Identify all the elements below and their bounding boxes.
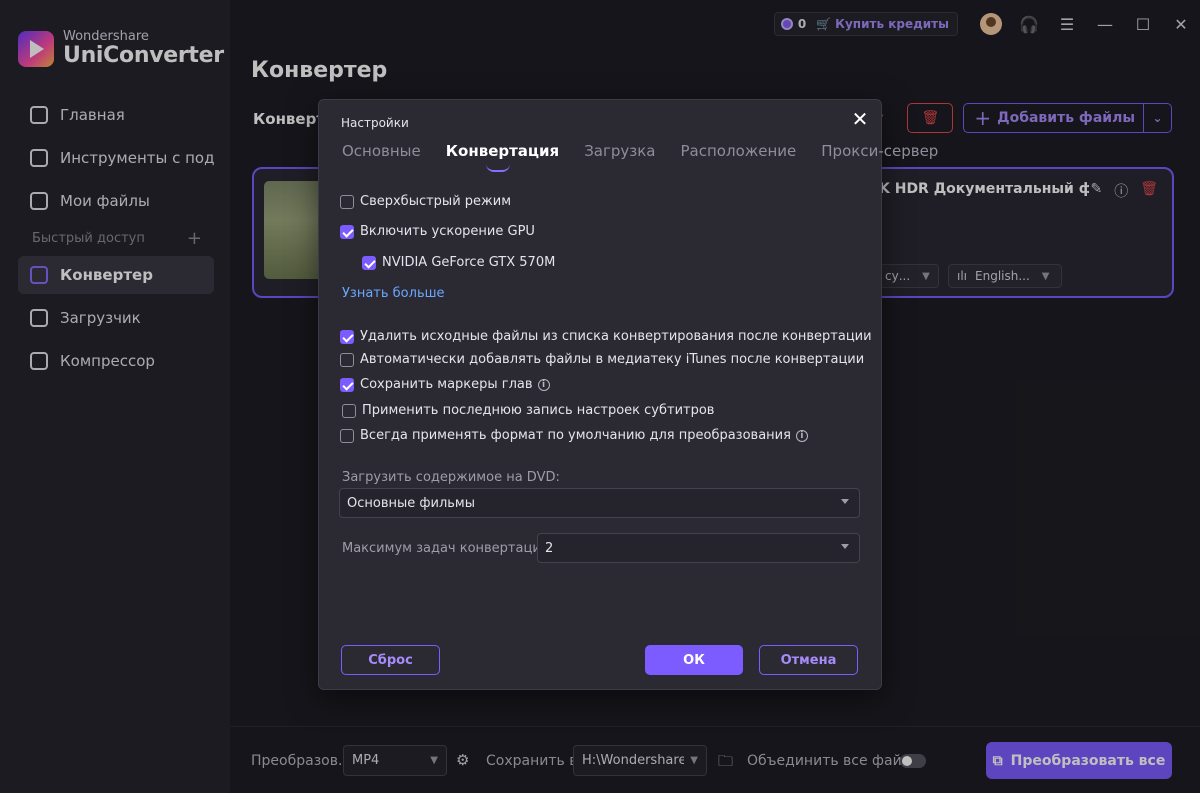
dialog-title: Настройки <box>341 116 409 130</box>
dvd-content-value: Основные фильмы <box>347 495 475 511</box>
gpu-acceleration-checkbox[interactable] <box>340 224 354 239</box>
settings-dialog: Настройки ✕ Основные Конвертация Загрузк… <box>318 99 938 690</box>
tab-download[interactable]: Загрузка <box>584 142 655 160</box>
option-label: Включить ускорение GPU <box>360 224 535 239</box>
caret-down-icon <box>841 544 849 549</box>
learn-more-link[interactable]: Узнать больше <box>342 286 445 301</box>
settings-tabs: Основные Конвертация Загрузка Расположен… <box>342 142 963 172</box>
tab-location[interactable]: Расположение <box>681 142 797 160</box>
default-format-checkbox[interactable] <box>340 428 354 443</box>
tab-conversion[interactable]: Конвертация <box>446 142 559 172</box>
option-label: Автоматически добавлять файлы в медиатек… <box>360 352 865 367</box>
cancel-button[interactable]: Отмена <box>759 645 858 675</box>
info-icon[interactable]: i <box>537 378 550 391</box>
dvd-label: Загрузить содержимое на DVD: <box>342 470 560 485</box>
gpu-acceleration-option[interactable]: Включить ускорение GPU <box>340 224 535 239</box>
tab-general[interactable]: Основные <box>342 142 421 160</box>
chapter-markers-checkbox[interactable] <box>340 377 354 392</box>
itunes-checkbox[interactable] <box>340 352 354 367</box>
info-icon[interactable]: i <box>795 429 808 442</box>
max-tasks-select[interactable]: 2 <box>537 533 860 563</box>
option-label: NVIDIA GeForce GTX 570M <box>382 255 556 270</box>
delete-source-checkbox[interactable] <box>340 329 354 344</box>
max-tasks-value: 2 <box>545 540 554 556</box>
option-label: Сверхбыстрый режим <box>360 194 511 209</box>
option-label: Всегда применять формат по умолчанию для… <box>360 428 791 443</box>
option-label: Применить последнюю запись настроек субт… <box>362 403 715 418</box>
delete-source-option[interactable]: Удалить исходные файлы из списка конверт… <box>340 329 872 344</box>
tab-proxy[interactable]: Прокси-сервер <box>821 142 938 160</box>
itunes-option[interactable]: Автоматически добавлять файлы в медиатек… <box>340 352 864 367</box>
subtitle-settings-checkbox[interactable] <box>342 403 356 418</box>
chapter-markers-option[interactable]: Сохранить маркеры глав i <box>340 377 550 392</box>
option-label: Удалить исходные файлы из списка конверт… <box>360 329 872 344</box>
superfast-mode-checkbox[interactable] <box>340 194 354 209</box>
ok-button[interactable]: ОК <box>645 645 743 675</box>
close-icon[interactable]: ✕ <box>849 108 871 130</box>
max-tasks-label: Максимум задач конвертации: <box>342 541 554 556</box>
reset-button[interactable]: Сброс <box>341 645 440 675</box>
default-format-option[interactable]: Всегда применять формат по умолчанию для… <box>340 428 808 443</box>
dvd-content-select[interactable]: Основные фильмы <box>339 488 860 518</box>
option-label: Сохранить маркеры глав <box>360 377 533 392</box>
gpu-device-option[interactable]: NVIDIA GeForce GTX 570M <box>362 255 555 270</box>
superfast-mode-option[interactable]: Сверхбыстрый режим <box>340 194 511 209</box>
gpu-device-checkbox[interactable] <box>362 255 376 270</box>
subtitle-settings-option[interactable]: Применить последнюю запись настроек субт… <box>342 403 714 418</box>
caret-down-icon <box>841 499 849 504</box>
